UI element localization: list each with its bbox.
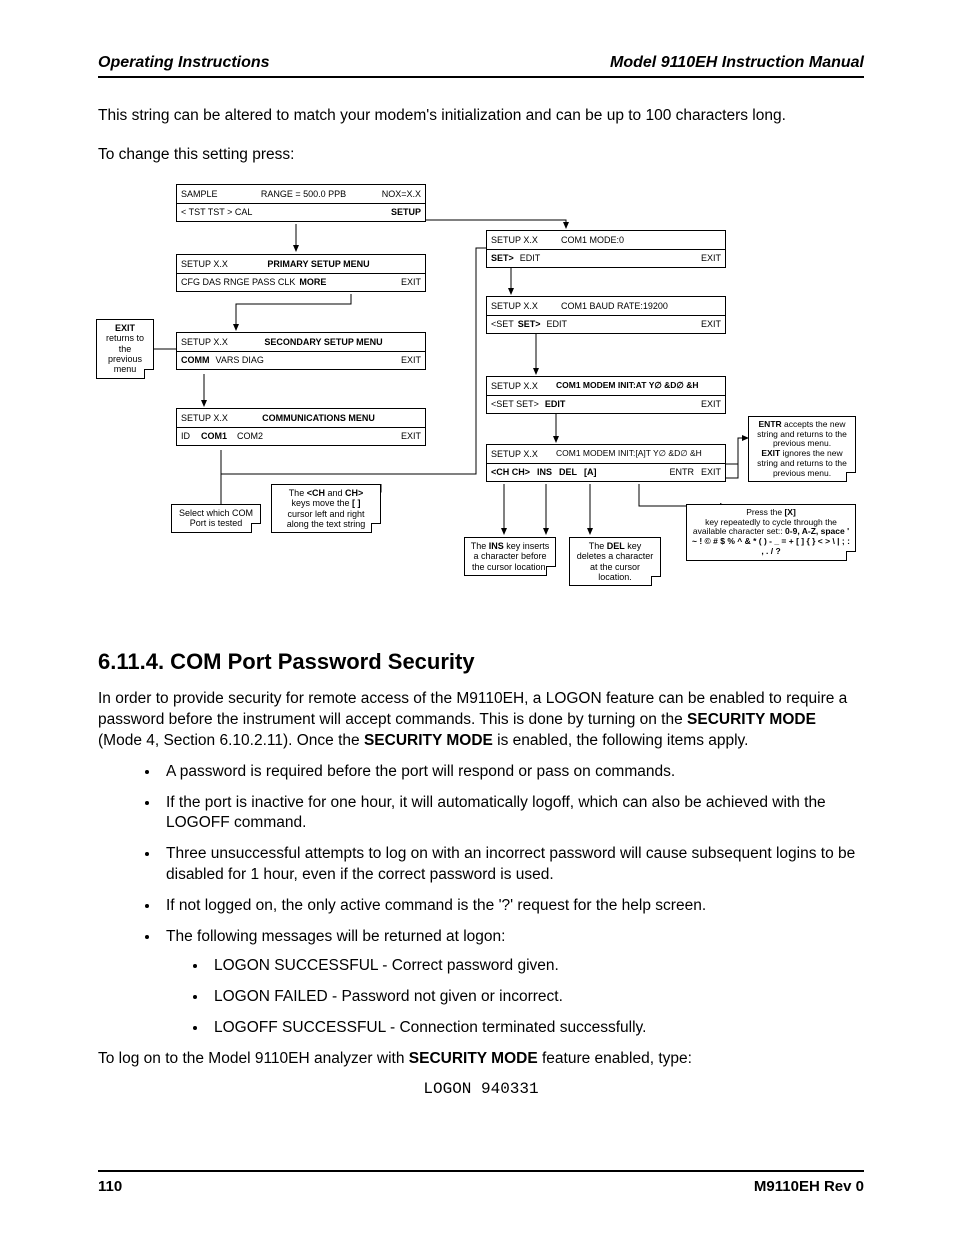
section-heading: 6.11.4. COM Port Password Security bbox=[98, 649, 864, 675]
note-ch-keys: The <CH and CH> keys move the [ ] cursor… bbox=[271, 484, 381, 533]
screen-secondary-menu: SETUP X.X SECONDARY SETUP MENU COMM VARS… bbox=[176, 332, 426, 370]
screen-com1-modem-edit: SETUP X.X COM1 MODEM INIT:[A]T Y∅ &D∅ &H… bbox=[486, 444, 726, 482]
note-charset: Press the [X] key repeatedly to cycle th… bbox=[686, 504, 856, 561]
intro-paragraph-1: This string can be altered to match your… bbox=[98, 106, 864, 127]
list-item: If the port is inactive for one hour, it… bbox=[160, 793, 864, 835]
footer-rev: M9110EH Rev 0 bbox=[754, 1178, 864, 1195]
note-exit: EXIT returns to the previous menu bbox=[96, 319, 154, 379]
list-item: LOGON SUCCESSFUL - Correct password give… bbox=[208, 956, 864, 977]
note-ins-key: The INS key inserts a character before t… bbox=[464, 537, 556, 576]
list-item: LOGON FAILED - Password not given or inc… bbox=[208, 987, 864, 1008]
screen-primary-menu: SETUP X.X PRIMARY SETUP MENU CFG DAS RNG… bbox=[176, 254, 426, 292]
menu-flow-diagram: SAMPLE RANGE = 500.0 PPB NOX=X.X < TST T… bbox=[86, 184, 856, 619]
screen-com1-baud: SETUP X.X COM1 BAUD RATE:19200 <SET SET>… bbox=[486, 296, 726, 334]
header-right: Model 9110EH Instruction Manual bbox=[610, 54, 864, 72]
screen-com1-mode: SETUP X.X COM1 MODE:0 SET> EDIT EXIT bbox=[486, 230, 726, 268]
logon-instruction: To log on to the Model 9110EH analyzer w… bbox=[98, 1049, 864, 1070]
list-item: The following messages will be returned … bbox=[160, 927, 864, 1039]
footer-page-number: 110 bbox=[98, 1178, 122, 1195]
section-intro: In order to provide security for remote … bbox=[98, 689, 864, 752]
list-item: A password is required before the port w… bbox=[160, 762, 864, 783]
note-del-key: The DEL key deletes a character at the c… bbox=[569, 537, 661, 586]
logon-command: LOGON 940331 bbox=[98, 1080, 864, 1098]
note-entr-exit: ENTR accepts the new string and returns … bbox=[748, 416, 856, 483]
screen-sample: SAMPLE RANGE = 500.0 PPB NOX=X.X < TST T… bbox=[176, 184, 426, 222]
screen-com1-modem-init: SETUP X.X COM1 MODEM INIT:AT Y∅ &D∅ &H <… bbox=[486, 376, 726, 414]
list-item: LOGOFF SUCCESSFUL - Connection terminate… bbox=[208, 1018, 864, 1039]
note-select-com: Select which COM Port is tested bbox=[171, 504, 261, 533]
bullet-list: A password is required before the port w… bbox=[98, 762, 864, 1039]
list-item: If not logged on, the only active comman… bbox=[160, 896, 864, 917]
screen-comms-menu: SETUP X.X COMMUNICATIONS MENU ID COM1 CO… bbox=[176, 408, 426, 446]
intro-paragraph-2: To change this setting press: bbox=[98, 145, 864, 166]
list-item: Three unsuccessful attempts to log on wi… bbox=[160, 844, 864, 886]
header-left: Operating Instructions bbox=[98, 54, 270, 72]
